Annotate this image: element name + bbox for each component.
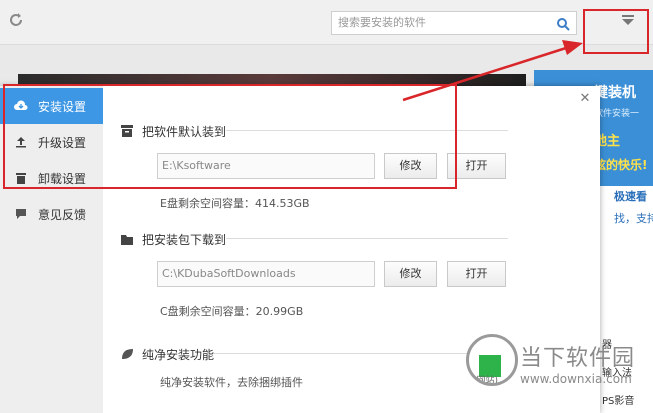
annotation-arrow	[402, 40, 583, 102]
